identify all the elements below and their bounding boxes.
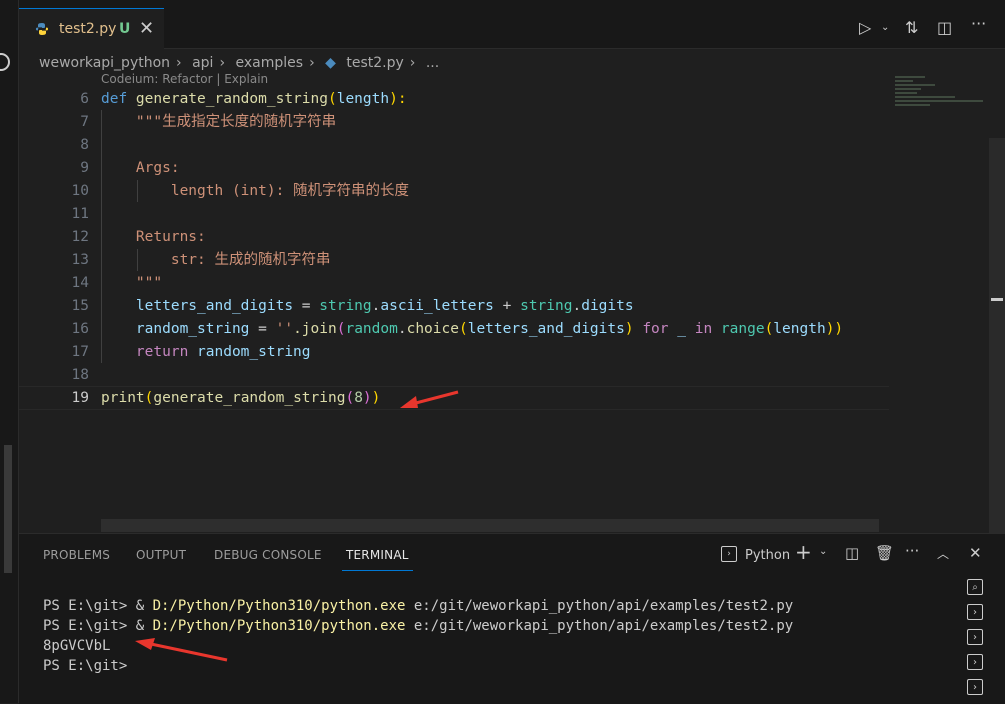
split-editor-icon[interactable]: ◫ — [937, 18, 952, 37]
line-number: 10 — [71, 183, 89, 199]
line-number: 15 — [71, 298, 89, 314]
close-panel-icon[interactable]: ✕ — [969, 544, 982, 562]
line-number: 13 — [71, 252, 89, 268]
program-output: 8pGVCVbL — [43, 638, 111, 654]
line-number: 9 — [80, 160, 89, 176]
annotation-arrow — [135, 638, 228, 662]
tab-filename: test2.py — [59, 21, 117, 37]
tab-test2-py[interactable]: test2.py U ✕ — [19, 8, 164, 49]
scrollbar-cursor-marker — [991, 298, 1003, 301]
python-file-icon — [35, 23, 49, 35]
bottom-panel: PROBLEMS OUTPUT DEBUG CONSOLE TERMINAL ›… — [19, 533, 1005, 704]
codeium-codelens[interactable]: Codeium: Refactor | Explain — [101, 72, 268, 86]
code-text: print(generate_random_string(8)) — [101, 390, 381, 406]
editor-horizontal-scrollbar[interactable] — [101, 519, 879, 532]
run-icon[interactable]: ▷ — [859, 18, 871, 37]
more-actions-icon[interactable]: ··· — [905, 542, 919, 560]
close-icon[interactable]: ✕ — [139, 18, 154, 39]
sidebar-scrollbar[interactable] — [4, 445, 12, 573]
code-text: """生成指定长度的随机字符串 — [101, 114, 337, 130]
code-text: random_string = ''.join(random.choice(le… — [101, 321, 844, 337]
editor-tab-bar: test2.py U ✕ ▷ ⌄ ⇅ ◫ ··· — [19, 0, 1005, 49]
breadcrumb: weworkapi_python › api › examples › ◆ test2… — [39, 55, 445, 71]
tab-debug-console[interactable]: DEBUG CONSOLE — [214, 548, 322, 562]
line-number: 14 — [71, 275, 89, 291]
code-text: Args: — [101, 160, 180, 176]
line-number: 11 — [71, 206, 89, 222]
line-number: 8 — [80, 137, 89, 153]
line-number: 17 — [71, 344, 89, 360]
breadcrumb-item[interactable]: weworkapi_python — [39, 55, 170, 71]
left-sidebar-strip — [0, 0, 19, 703]
code-text: """ — [101, 275, 163, 291]
chevron-down-icon[interactable]: ⌄ — [881, 22, 889, 33]
terminal-instance-icon[interactable]: › — [967, 654, 983, 670]
breadcrumb-item[interactable]: examples — [236, 55, 304, 71]
line-number: 18 — [71, 367, 89, 383]
terminal-prompt: PS E:\git> — [43, 658, 136, 674]
tab-output[interactable]: OUTPUT — [136, 548, 186, 562]
terminal-list: ⌕ › › › › — [967, 579, 987, 704]
annotation-arrow — [400, 390, 459, 408]
line-number: 16 — [71, 321, 89, 337]
tab-problems[interactable]: PROBLEMS — [43, 548, 110, 562]
line-number: 6 — [80, 91, 89, 107]
compare-changes-icon[interactable]: ⇅ — [905, 18, 918, 37]
shell-name[interactable]: Python — [745, 548, 790, 563]
minimap[interactable] — [895, 74, 990, 134]
breadcrumb-item[interactable]: test2.py — [346, 55, 403, 71]
terminal-line: PS E:\git> & D:/Python/Python310/python.… — [43, 618, 794, 634]
chevron-right-icon: › — [309, 55, 315, 71]
untracked-badge: U — [119, 21, 131, 37]
account-icon[interactable] — [0, 53, 10, 71]
line-number: 12 — [71, 229, 89, 245]
code-text: Returns: — [101, 229, 206, 245]
terminal-instance-icon[interactable]: ⌕ — [967, 579, 983, 595]
chevron-right-icon: › — [176, 55, 182, 71]
split-terminal-icon[interactable]: ◫ — [845, 544, 859, 562]
code-text: return random_string — [101, 344, 311, 360]
terminal-instance-icon[interactable]: › — [967, 604, 983, 620]
chevron-right-icon: › — [219, 55, 226, 71]
python-file-icon: ◆ — [325, 55, 336, 71]
code-text: letters_and_digits = string.ascii_letter… — [101, 298, 634, 314]
code-text: def generate_random_string(length): — [101, 91, 407, 107]
breadcrumb-item[interactable]: api — [192, 55, 213, 71]
line-number: 19 — [71, 390, 89, 406]
terminal-instance-icon[interactable]: › — [967, 679, 983, 695]
tab-terminal[interactable]: TERMINAL — [342, 548, 413, 571]
code-text: length (int): 随机字符串的长度 — [101, 183, 410, 199]
terminal-instance-icon[interactable]: › — [967, 629, 983, 645]
more-actions-icon[interactable]: ··· — [971, 14, 986, 33]
code-text: str: 生成的随机字符串 — [101, 252, 331, 268]
maximize-panel-icon[interactable]: ︿ — [937, 545, 949, 562]
chevron-down-icon[interactable]: ⌄ — [819, 546, 827, 557]
line-number: 7 — [80, 114, 89, 130]
chevron-right-icon: › — [409, 55, 416, 71]
terminal-shell-icon: › — [721, 546, 737, 562]
trash-icon[interactable]: 🗑 — [875, 544, 894, 562]
editor-vertical-scrollbar[interactable] — [989, 138, 1005, 533]
breadcrumb-item[interactable]: ... — [426, 55, 439, 71]
terminal-line: PS E:\git> & D:/Python/Python310/python.… — [43, 598, 794, 614]
new-terminal-icon[interactable]: + — [795, 540, 812, 564]
code-editor[interactable]: 6 def generate_random_string(length): 7 ""… — [19, 88, 889, 532]
